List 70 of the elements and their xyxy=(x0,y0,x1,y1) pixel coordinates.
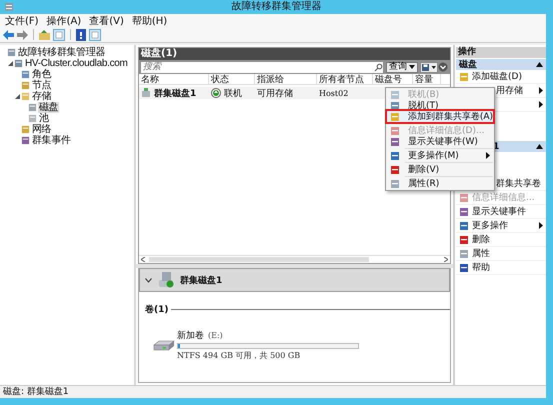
volume-name: 新加卷 xyxy=(177,330,204,342)
column-header[interactable]: 指派给 xyxy=(255,74,317,84)
menu-item[interactable]: 脱机(T) xyxy=(387,100,493,111)
expand-arrow-icon[interactable] xyxy=(8,61,13,66)
collapse-arrow-icon[interactable] xyxy=(536,144,543,149)
menu-item[interactable]: 删除(V) xyxy=(387,164,493,175)
volumes-heading: 卷(1) xyxy=(145,304,168,316)
tree-item[interactable]: HV-Cluster.cloudlab.com xyxy=(24,58,129,69)
submenu-arrow-icon[interactable] xyxy=(539,222,543,229)
expand-arrow-icon[interactable] xyxy=(15,94,20,99)
collapse-arrow-icon[interactable] xyxy=(536,62,543,67)
chevron-down-icon[interactable] xyxy=(438,62,448,72)
drive-icon xyxy=(153,339,175,351)
folder-up-icon[interactable] xyxy=(39,30,50,40)
highlighted-menu-item[interactable]: 添加到群集共享卷(A) xyxy=(387,111,493,122)
column-header[interactable]: 容量 xyxy=(413,74,441,84)
action-link[interactable]: 显示关键事件 xyxy=(472,205,526,218)
forward-icon[interactable] xyxy=(17,30,28,40)
submenu-arrow-icon[interactable] xyxy=(539,101,543,108)
action-link[interactable]: 群集共享卷 xyxy=(496,177,541,190)
tree-item[interactable]: 网络 xyxy=(31,124,52,135)
menu-item[interactable]: 文件(F) xyxy=(5,14,39,28)
action-link[interactable]: 属性 xyxy=(472,247,490,260)
action-link[interactable]: 帮助 xyxy=(472,261,490,274)
search-icon xyxy=(374,62,383,72)
horizontal-scrollbar[interactable] xyxy=(139,255,450,263)
submenu-arrow-icon[interactable] xyxy=(539,87,543,94)
panel-icon[interactable] xyxy=(53,28,65,40)
table-cell-text: 联机 xyxy=(224,88,242,100)
menu-item[interactable]: 操作(A) xyxy=(46,14,82,28)
collapse-chevron-icon[interactable] xyxy=(145,278,152,282)
actions-header: 操作 xyxy=(456,47,546,58)
tree-item[interactable]: 磁盘 xyxy=(38,102,60,113)
menu-item[interactable]: 帮助(H) xyxy=(132,14,168,28)
menu-item[interactable]: 查看(V) xyxy=(89,14,124,28)
window-title: 故障转移群集管理器 xyxy=(230,0,322,14)
volume-info: NTFS 494 GB 可用，共 500 GB xyxy=(177,350,302,361)
panel-header: 磁盘(1) xyxy=(139,48,450,60)
column-header[interactable]: 磁盘号 xyxy=(373,74,413,84)
action-link[interactable]: 删除 xyxy=(472,233,490,246)
app-icon xyxy=(4,2,14,12)
query-button[interactable]: 查询 xyxy=(386,62,418,72)
scroll-left-icon[interactable] xyxy=(141,257,145,262)
section-header[interactable]: 磁盘 xyxy=(456,59,546,70)
caret-icon xyxy=(409,65,415,69)
table-cell: Host02 xyxy=(319,88,348,98)
column-header[interactable]: 状态 xyxy=(209,74,255,84)
save-icon[interactable] xyxy=(420,62,438,72)
column-header[interactable]: 名称 xyxy=(139,74,209,84)
table-cell-text: 群集磁盘1 xyxy=(154,88,196,100)
action-link[interactable]: 添加磁盘(D) xyxy=(472,70,522,83)
scroll-right-icon[interactable] xyxy=(444,257,448,262)
tree-item[interactable]: 池 xyxy=(38,113,50,124)
drive-letter: (E:) xyxy=(208,331,223,340)
back-icon[interactable] xyxy=(3,30,14,40)
tree-item[interactable]: 角色 xyxy=(31,69,52,80)
status-text: 磁盘: 群集磁盘1 xyxy=(3,387,69,397)
tree-item[interactable]: 节点 xyxy=(31,80,52,91)
menu-item[interactable]: 属性(R) xyxy=(387,178,493,189)
section-title: 磁盘 xyxy=(459,58,477,71)
search-field[interactable]: 搜索 xyxy=(141,62,374,72)
column-header[interactable]: 所有者节点 xyxy=(317,74,373,84)
tree-item[interactable]: 存储 xyxy=(31,91,52,102)
menu-item[interactable]: 更多操作(M) xyxy=(387,150,493,161)
action-link[interactable]: 更多操作 xyxy=(472,219,508,232)
action-link[interactable]: 用存储 xyxy=(496,84,523,97)
tree-item[interactable]: 群集事件 xyxy=(31,135,72,146)
tree-item[interactable]: 故障转移群集管理器 xyxy=(17,47,106,58)
disk-title: 群集磁盘1 xyxy=(180,274,222,286)
table-cell-text: 可用存储 xyxy=(257,88,293,100)
